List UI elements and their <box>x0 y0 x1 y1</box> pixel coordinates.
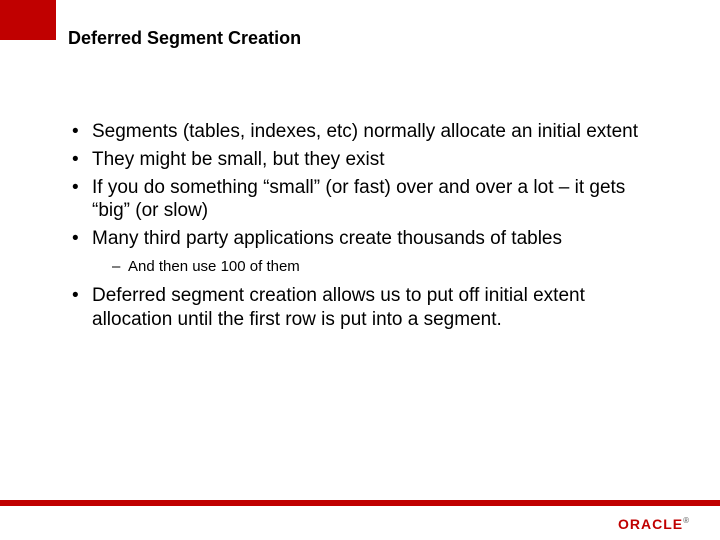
logo-registered-mark: ® <box>683 516 690 525</box>
bullet-text: Deferred segment creation allows us to p… <box>92 285 585 330</box>
bullet-text: Segments (tables, indexes, etc) normally… <box>92 121 638 142</box>
bullet-text: If you do something “small” (or fast) ov… <box>92 177 625 222</box>
bullet-item: Many third party applications create tho… <box>72 227 660 276</box>
bullet-item: Segments (tables, indexes, etc) normally… <box>72 120 660 144</box>
footer-accent-bar <box>0 500 720 506</box>
corner-accent-block <box>0 0 56 40</box>
bullet-text: Many third party applications create tho… <box>92 228 562 249</box>
bullet-item: If you do something “small” (or fast) ov… <box>72 176 660 224</box>
slide-content: Segments (tables, indexes, etc) normally… <box>72 120 660 336</box>
bullet-item: Deferred segment creation allows us to p… <box>72 284 660 332</box>
slide-title: Deferred Segment Creation <box>68 28 301 49</box>
sub-bullet-item: And then use 100 of them <box>92 257 660 277</box>
bullet-item: They might be small, but they exist <box>72 148 660 172</box>
bullet-text: They might be small, but they exist <box>92 149 385 170</box>
sub-bullet-list: And then use 100 of them <box>92 257 660 277</box>
oracle-logo: ORACLE® <box>618 516 690 532</box>
bullet-list: Segments (tables, indexes, etc) normally… <box>72 120 660 332</box>
sub-bullet-text: And then use 100 of them <box>128 258 300 275</box>
logo-text: ORACLE <box>618 516 683 532</box>
